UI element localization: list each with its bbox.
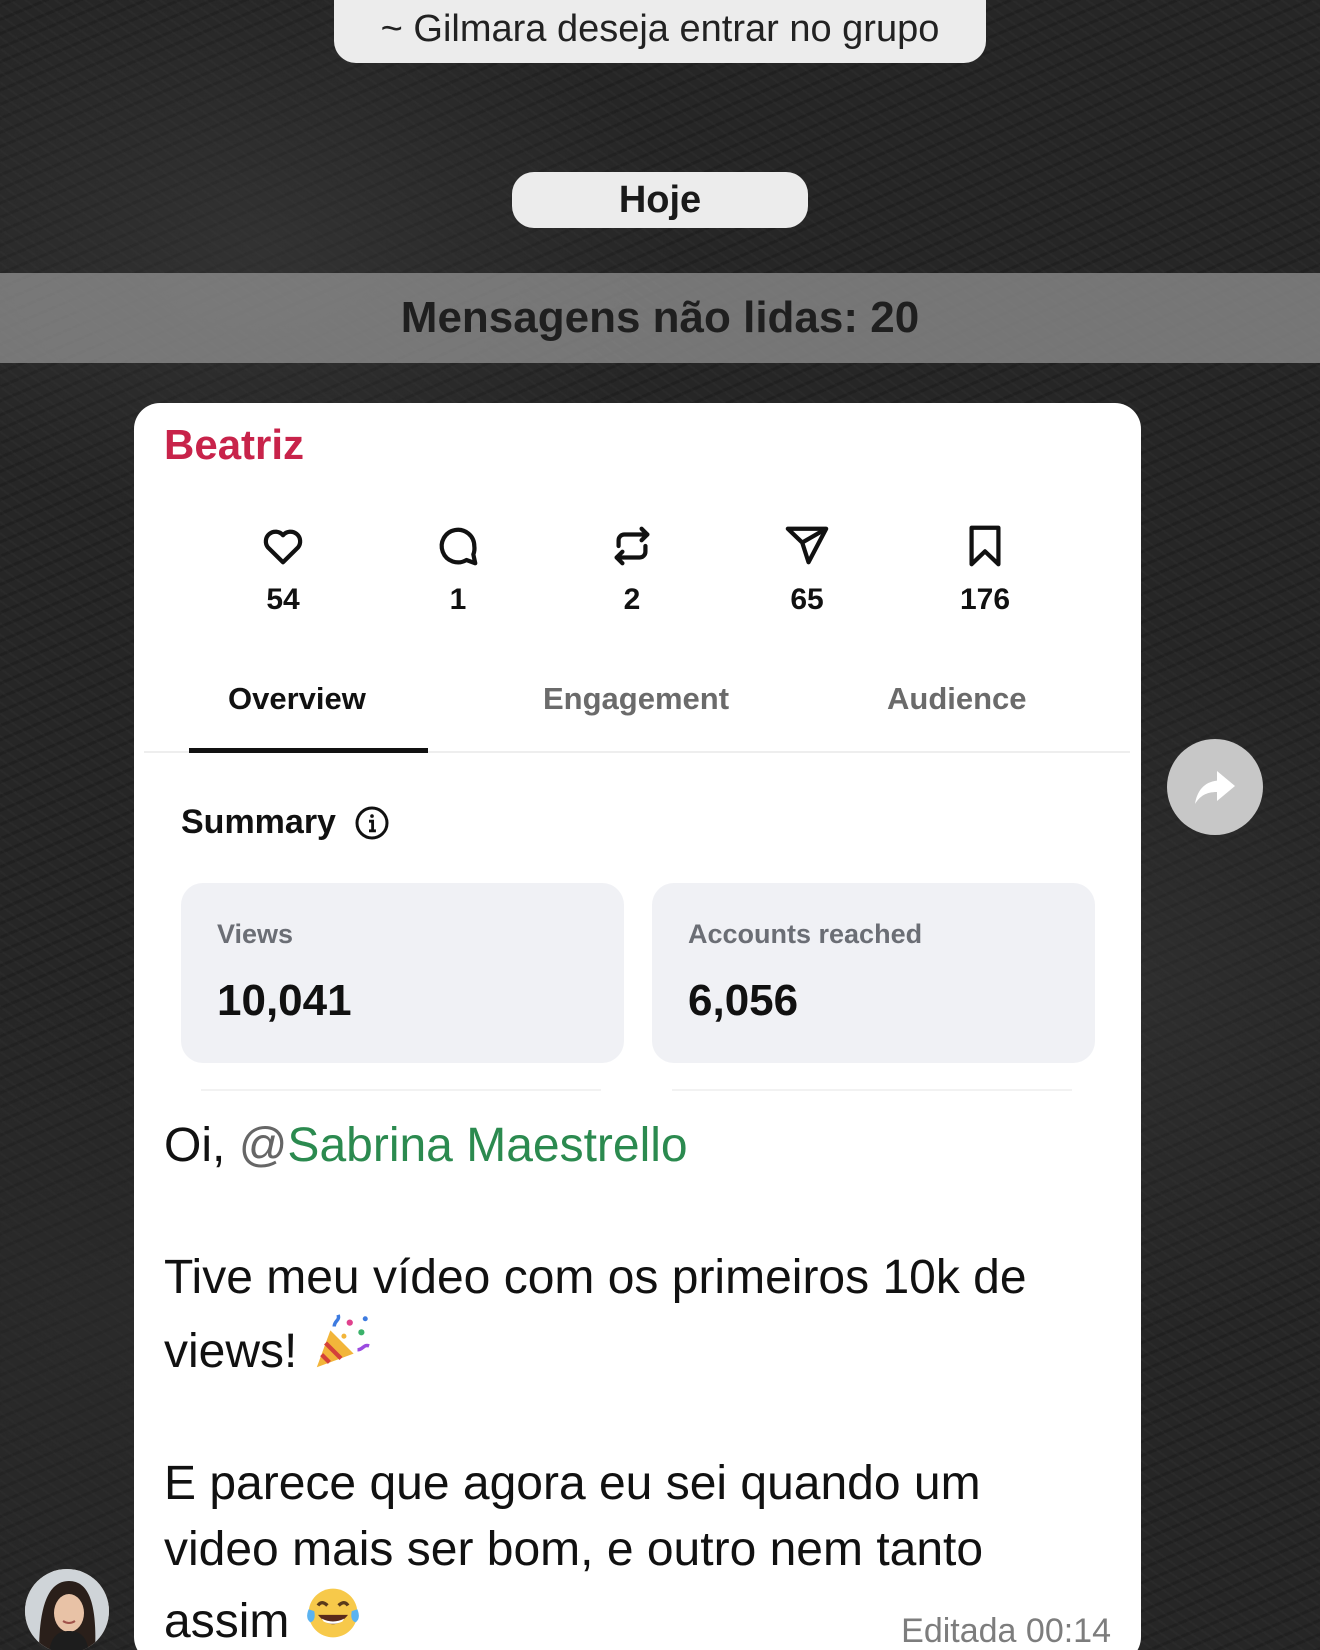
avatar[interactable] xyxy=(25,1569,109,1650)
saves-count: 176 xyxy=(959,583,1011,616)
shares-count: 65 xyxy=(790,583,824,616)
stat-saves: 176 xyxy=(925,523,1045,617)
tears-of-joy-icon xyxy=(306,1588,359,1638)
comment-icon xyxy=(439,527,478,566)
forward-button[interactable] xyxy=(1167,739,1263,835)
views-label: Views xyxy=(217,919,294,949)
tab-engagement: Engagement xyxy=(543,681,730,716)
sender-name[interactable]: Beatriz xyxy=(164,421,304,469)
tab-audience: Audience xyxy=(887,681,1027,716)
active-tab-indicator xyxy=(189,748,428,753)
reposts-count: 2 xyxy=(623,583,641,616)
repost-icon xyxy=(614,526,650,566)
greeting-line: Oi, @Sabrina Maestrello xyxy=(164,1113,1094,1179)
paragraph-2-text: E parece que agora eu sei quando um vide… xyxy=(164,1457,984,1648)
forward-arrow-icon xyxy=(1195,771,1235,804)
summary-heading: Summary xyxy=(181,803,390,842)
bookmark-icon xyxy=(969,525,1001,567)
party-popper-icon xyxy=(316,1314,370,1368)
stat-shares: 65 xyxy=(747,523,867,617)
mention-sabrina[interactable]: Sabrina Maestrello xyxy=(287,1119,687,1172)
heart-icon xyxy=(263,529,303,565)
stat-likes: 54 xyxy=(223,523,343,617)
views-card: Views 10,041 xyxy=(181,883,624,1063)
greeting: Oi, xyxy=(164,1119,226,1172)
paragraph-1: Tive meu vídeo com os primeiros 10k de v… xyxy=(164,1245,1094,1385)
card-divider xyxy=(672,1089,1072,1091)
comments-count: 1 xyxy=(449,583,467,616)
avatar-photo xyxy=(25,1569,109,1650)
system-message: ~ Gilmara deseja entrar no grupo xyxy=(334,0,986,63)
info-icon xyxy=(355,806,389,839)
send-icon xyxy=(785,526,829,565)
views-value: 10,041 xyxy=(217,976,352,1025)
summary-title: Summary xyxy=(181,803,336,841)
mention-at: @ xyxy=(238,1119,288,1172)
message-bubble[interactable]: Beatriz 54 1 2 65 176 Overview Engagemen… xyxy=(134,403,1141,1650)
insights-tabs: Overview Engagement Audience xyxy=(144,665,1130,753)
paragraph-1-text: Tive meu vídeo com os primeiros 10k de v… xyxy=(164,1251,1027,1378)
message-edited-timestamp: Editada 00:14 xyxy=(901,1612,1111,1650)
tab-overview: Overview xyxy=(228,681,366,716)
date-divider: Hoje xyxy=(512,172,808,228)
message-text: Oi, @Sabrina Maestrello Tive meu vídeo c… xyxy=(164,1113,1094,1650)
accounts-reached-value: 6,056 xyxy=(688,976,799,1025)
accounts-reached-label: Accounts reached xyxy=(688,919,923,949)
unread-banner: Mensagens não lidas: 20 xyxy=(0,273,1320,363)
card-divider xyxy=(201,1089,601,1091)
likes-count: 54 xyxy=(266,583,300,616)
accounts-reached-card: Accounts reached 6,056 xyxy=(652,883,1095,1063)
stat-comments: 1 xyxy=(398,523,518,617)
stat-reposts: 2 xyxy=(572,523,692,617)
